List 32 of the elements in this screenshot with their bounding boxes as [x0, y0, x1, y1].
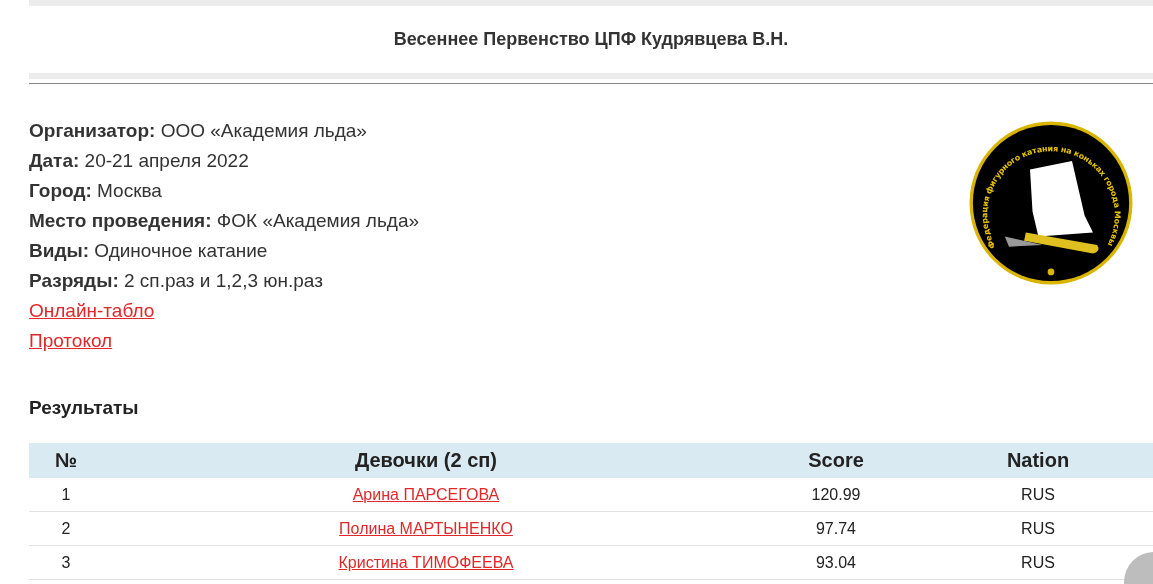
info-value: Москва [97, 180, 162, 201]
column-header: Nation [1005, 449, 1071, 472]
table-cell: RUS [1021, 485, 1055, 503]
skater-link[interactable]: Кристина ТИМОФЕЕВА [338, 553, 514, 571]
table-cell: 3 [61, 553, 71, 571]
table-cell: 2 [61, 519, 71, 537]
table-cell: 97.74 [815, 519, 856, 537]
info-label: Разряды: [29, 270, 119, 291]
column-header: Score [807, 449, 865, 472]
skater-link[interactable]: Полина МАРТЫНЕНКО [339, 519, 513, 537]
table-cell: 93.04 [815, 553, 856, 571]
info-value: 20-21 апреля 2022 [84, 150, 249, 171]
info-label: Дата: [29, 150, 80, 171]
table-cell: RUS [1021, 553, 1055, 571]
info-value: ООО «Академия льда» [160, 120, 367, 141]
info-value: ФОК «Академия льда» [216, 210, 420, 231]
info-label: Город: [29, 180, 92, 201]
skater-link[interactable]: Арина ПАРСЕГОВА [352, 485, 500, 503]
document-link[interactable]: Онлайн-табло [29, 300, 155, 321]
table-cell: 120.99 [811, 485, 861, 503]
info-value: Одиночное катание [94, 240, 268, 261]
table-cell: RUS [1021, 519, 1055, 537]
column-header: Девочки (2 сп) [353, 449, 498, 472]
page-title: Весеннее Первенство ЦПФ Кудрявцева В.Н. [392, 28, 790, 51]
info-label: Виды: [29, 240, 89, 261]
section-heading: Результаты [29, 396, 140, 420]
column-header: № [53, 449, 79, 472]
info-label: Место проведения: [29, 210, 212, 231]
info-label: Организатор: [29, 120, 156, 141]
table-cell: 1 [61, 485, 71, 503]
info-value: 2 сп.раз и 1,2,3 юн.раз [124, 270, 323, 291]
document-link[interactable]: Протокол [29, 330, 113, 351]
